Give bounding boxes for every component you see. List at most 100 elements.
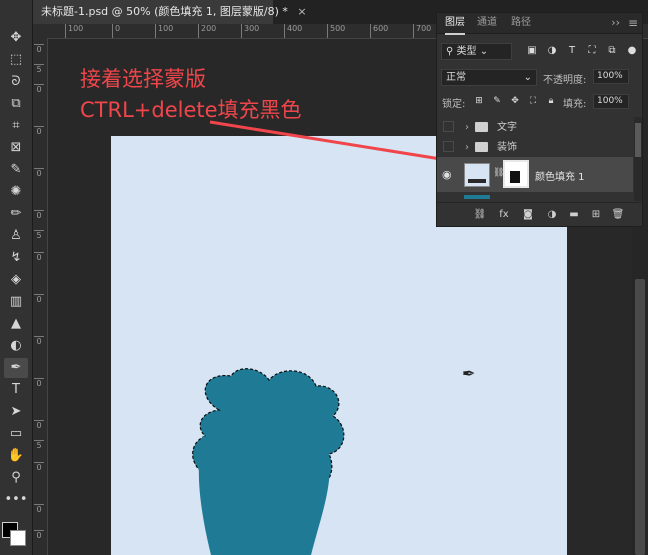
eye-icon[interactable]: ◉ (442, 168, 452, 181)
zoom-tool-icon[interactable]: ⚲ (4, 468, 28, 488)
ruler-tick: 0 (34, 378, 44, 388)
folder-icon (475, 122, 488, 132)
eraser-tool-icon[interactable]: ◈ (4, 270, 28, 290)
hand-tool-icon[interactable]: ✋ (4, 446, 28, 466)
ruler-tick: 0 (34, 126, 44, 136)
layers-panel: 图层 通道 路径 ›› ≡ ⚲ 类型 ⌄ ▣ ◑ T ⛶ ⧉ ● 正常 ⌄ 不透明… (436, 12, 643, 227)
panel-scrollbar[interactable] (634, 117, 642, 201)
ruler-tick: 0 (34, 420, 44, 430)
layer-group-text[interactable]: › 文字 (437, 117, 633, 138)
smart-object-icon[interactable]: ⧉ (605, 44, 619, 58)
lock-artboard-icon[interactable]: ⛶ (527, 95, 539, 107)
layers-panel-footer: ⛓ fx ◙ ◑ ▬ ⊞ 🗑︎ (437, 202, 642, 227)
tab-layers[interactable]: 图层 (445, 13, 465, 35)
eyedropper-tool-icon[interactable]: ✎ (4, 160, 28, 180)
ruler-tick: 200 (198, 24, 216, 38)
opacity-field[interactable]: 100% (593, 69, 629, 84)
history-brush-tool-icon[interactable]: ↯ (4, 248, 28, 268)
ruler-tick: 0 (112, 24, 120, 38)
visibility-toggle[interactable] (443, 121, 454, 132)
image-icon[interactable]: ▣ (525, 44, 539, 58)
layer-group-decor[interactable]: › 装饰 (437, 137, 633, 158)
adjustment-layer-icon[interactable]: ◑ (545, 208, 559, 222)
trash-icon[interactable]: 🗑︎ (611, 208, 625, 222)
ruler-tick: 300 (241, 24, 259, 38)
blend-mode-select[interactable]: 正常 ⌄ (441, 69, 537, 86)
vertical-ruler: 0 5 0 0 0 0 5 0 0 0 0 0 5 0 0 0 (33, 38, 48, 555)
frame-tool-icon[interactable]: ⊠ (4, 138, 28, 158)
layer-name: 颜色填充 1 (535, 172, 585, 183)
lock-position-icon[interactable]: ✥ (509, 95, 521, 107)
tools-panel: ✥ ⬚ ᘐ ⧉ ⌗ ⊠ ✎ ✺ ✏ ♙ ↯ ◈ ▥ ▲ ◐ ✒ T ➤ ▭ ✋ … (0, 0, 33, 555)
scrollbar-thumb[interactable] (635, 279, 645, 555)
lasso-tool-icon[interactable]: ᘐ (4, 72, 28, 92)
move-tool-icon[interactable]: ✥ (4, 28, 28, 48)
ruler-tick: 0 (34, 530, 44, 540)
background-color-swatch[interactable] (10, 530, 26, 546)
group-icon[interactable]: ▬ (567, 208, 581, 222)
blend-mode-value: 正常 (446, 72, 466, 83)
document-tab[interactable]: 未标题-1.psd @ 50% (颜色填充 1, 图层蒙版/8) * × (33, 0, 307, 24)
panel-menu-icon[interactable]: ≡ (628, 13, 638, 33)
adjustment-icon[interactable]: ◑ (545, 44, 559, 58)
ruler-tick: 0 (34, 294, 44, 304)
object-select-tool-icon[interactable]: ⧉ (4, 94, 28, 114)
fill-field[interactable]: 100% (593, 94, 629, 109)
dodge-tool-icon[interactable]: ◐ (4, 336, 28, 356)
document-tab-title: 未标题-1.psd @ 50% (颜色填充 1, 图层蒙版/8) * (41, 5, 288, 18)
tab-channels[interactable]: 通道 (477, 13, 497, 33)
gradient-tool-icon[interactable]: ▥ (4, 292, 28, 312)
link-icon[interactable]: ⛓ (473, 208, 487, 222)
fill-label: 填充: (563, 99, 587, 110)
toggle-icon[interactable]: ● (625, 44, 639, 58)
stamp-tool-icon[interactable]: ♙ (4, 226, 28, 246)
ruler-tick: 0 (34, 462, 44, 472)
annotation-line-1: 接着选择蒙版 (80, 67, 206, 91)
shape-icon[interactable]: ⛶ (585, 44, 599, 58)
ruler-tick: 0 (34, 504, 44, 514)
layer-name: 装饰 (497, 142, 517, 153)
ruler-tick: 600 (370, 24, 388, 38)
panel-scrollbar-thumb[interactable] (635, 123, 641, 157)
ruler-tick: 5 (34, 230, 44, 240)
lock-label: 锁定: (442, 99, 466, 110)
annotation-line-2: CTRL+delete填充黑色 (80, 98, 302, 122)
lock-transparent-icon[interactable]: ⊞ (473, 95, 485, 107)
type-tool-icon[interactable]: T (4, 380, 28, 400)
rectangle-tool-icon[interactable]: ▭ (4, 424, 28, 444)
path-select-tool-icon[interactable]: ➤ (4, 402, 28, 422)
ruler-tick: 0 (34, 44, 44, 54)
opacity-label: 不透明度: (543, 75, 587, 86)
layer-filter-select[interactable]: ⚲ 类型 ⌄ (441, 43, 512, 60)
layer-mask-thumbnail[interactable] (503, 160, 529, 188)
blur-tool-icon[interactable]: ▲ (4, 314, 28, 334)
new-layer-icon[interactable]: ⊞ (589, 208, 603, 222)
lock-all-icon[interactable]: 🔒︎ (545, 95, 557, 107)
ruler-tick: 0 (34, 336, 44, 346)
ruler-tick: 0 (34, 84, 44, 94)
ruler-tick: 500 (327, 24, 345, 38)
mask-icon[interactable]: ◙ (521, 208, 535, 222)
layer-color-fill[interactable]: ◉ ⛓ 颜色填充 1 (437, 157, 633, 192)
healing-brush-tool-icon[interactable]: ✺ (4, 182, 28, 202)
brush-tool-icon[interactable]: ✏ (4, 204, 28, 224)
panel-tabs: 图层 通道 路径 ›› ≡ (437, 13, 642, 35)
lock-image-icon[interactable]: ✎ (491, 95, 503, 107)
crop-tool-icon[interactable]: ⌗ (4, 116, 28, 136)
layer-name: 文字 (497, 122, 517, 133)
type-icon[interactable]: T (565, 44, 579, 58)
marquee-tool-icon[interactable]: ⬚ (4, 50, 28, 70)
more-tools-icon[interactable]: ••• (4, 490, 28, 510)
chevron-right-icon[interactable]: › (465, 117, 469, 138)
collapse-panel-icon[interactable]: ›› (611, 13, 620, 33)
pen-tool-icon[interactable]: ✒ (4, 358, 28, 378)
layer-filter-label: 类型 (456, 46, 477, 57)
chevron-right-icon[interactable]: › (465, 137, 469, 158)
ruler-tick: 400 (284, 24, 302, 38)
fx-icon[interactable]: fx (497, 208, 511, 222)
tab-paths[interactable]: 路径 (511, 13, 531, 33)
visibility-toggle[interactable] (443, 141, 454, 152)
close-icon[interactable]: × (297, 0, 306, 24)
ruler-tick: 0 (34, 168, 44, 178)
fill-thumbnail[interactable] (464, 163, 490, 187)
